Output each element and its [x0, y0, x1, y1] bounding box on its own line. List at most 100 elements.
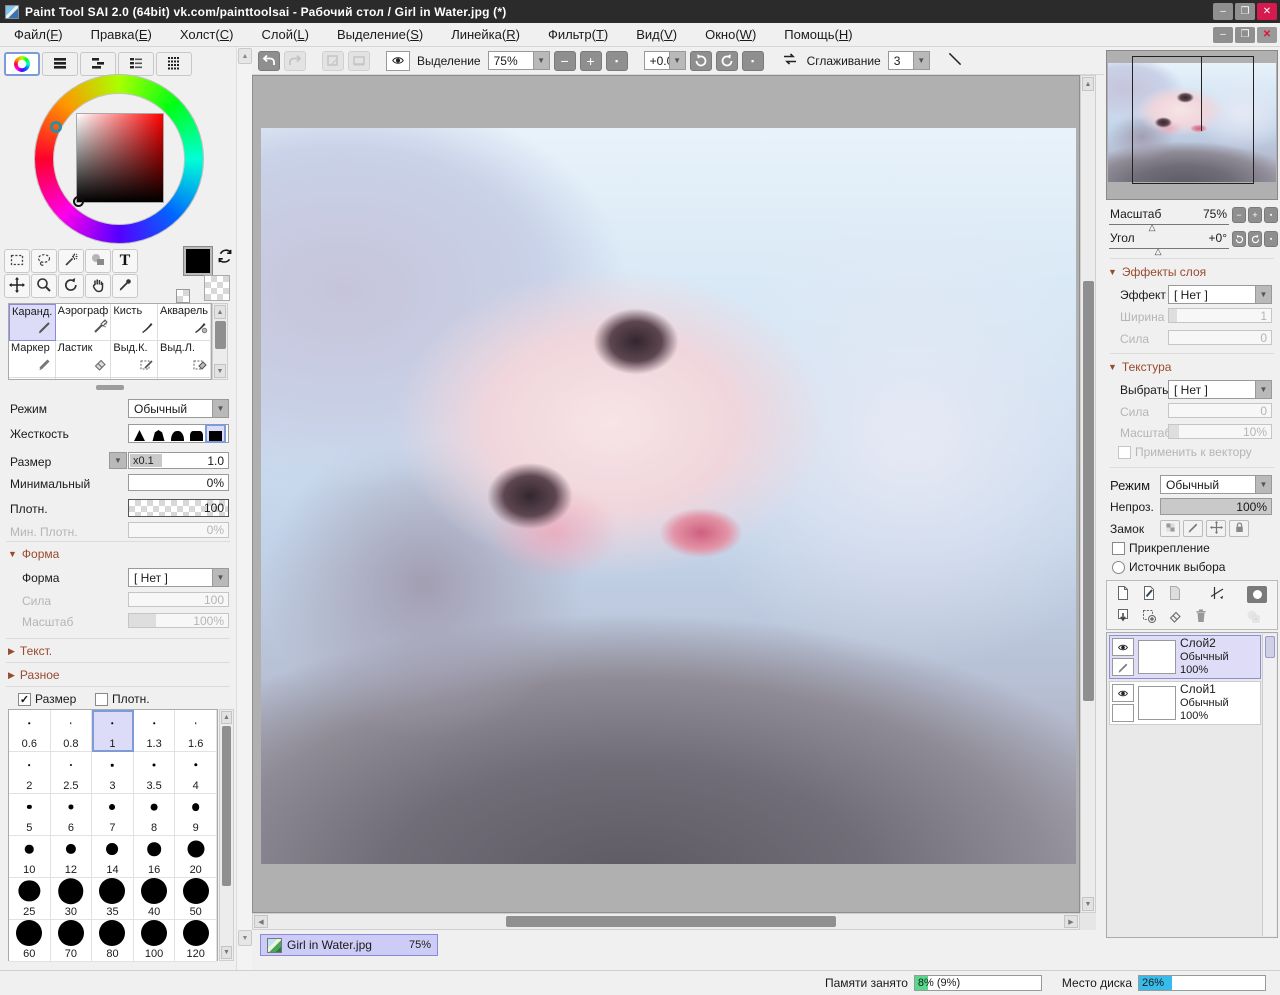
zoom-out-button[interactable]: − [554, 51, 576, 71]
chevron-down-icon[interactable]: ▼ [533, 52, 549, 69]
swap-colors-icon[interactable] [216, 247, 234, 265]
brush-size-70[interactable]: 70 [51, 920, 93, 962]
tool-text[interactable]: T [112, 249, 138, 273]
menu-t[interactable]: Фильтр(T) [534, 24, 622, 45]
lock-move-button[interactable] [1206, 520, 1226, 537]
section-texture[interactable]: ▼Текстура [1108, 360, 1171, 374]
layer-visibility-toggle[interactable] [1112, 684, 1134, 702]
selection-source-radio[interactable]: Источник выбора [1112, 560, 1225, 574]
brush-preset[interactable] [9, 378, 56, 380]
nav-zoom-out-button[interactable]: − [1232, 207, 1246, 223]
new-layer-button[interactable] [1113, 585, 1133, 603]
crop-selection-button[interactable] [322, 51, 344, 71]
layer-effect-select[interactable]: [ Нет ]▼ [1168, 285, 1272, 304]
tool-hand[interactable] [85, 274, 111, 298]
chevron-down-icon[interactable]: ▼ [212, 400, 228, 417]
brush-size-7[interactable]: 7 [92, 794, 134, 836]
size-grid-scrollbar[interactable]: ▲ ▼ [219, 709, 234, 961]
slider-marker-icon[interactable]: △ [1155, 246, 1162, 257]
tool-move[interactable] [4, 274, 30, 298]
menu-s[interactable]: Выделение(S) [323, 24, 437, 45]
nav-zoom-in-button[interactable]: + [1248, 207, 1262, 223]
panel-tab-color-wheel[interactable] [4, 52, 40, 76]
document-tab[interactable]: Girl in Water.jpg 75% [260, 934, 438, 956]
copy-selection-button[interactable] [1139, 608, 1159, 626]
panel-tab-swatch-mixer[interactable] [80, 52, 116, 76]
menu-w[interactable]: Окно(W) [691, 24, 770, 45]
mask-add-button[interactable] [1243, 608, 1263, 626]
brush-preset[interactable]: Аэрограф [56, 304, 112, 341]
layer-visibility-toggle[interactable] [1112, 638, 1134, 656]
doc-restore-button[interactable]: ❐ [1235, 27, 1255, 43]
brush-preset[interactable]: Акварель [158, 304, 211, 341]
delete-layer-button[interactable] [1191, 608, 1211, 626]
sv-cursor[interactable] [73, 196, 84, 207]
chevron-down-icon[interactable]: ▼ [1255, 286, 1271, 303]
scroll-down-icon[interactable]: ▼ [238, 930, 252, 946]
layer-row-Слой1[interactable]: Слой1Обычный100% [1109, 681, 1261, 725]
brush-size-3[interactable]: 3 [92, 752, 134, 794]
new-vector-layer-button[interactable] [1139, 585, 1159, 603]
brush-size-12[interactable]: 12 [51, 836, 93, 878]
scroll-up-icon[interactable]: ▲ [214, 305, 226, 319]
brush-size-40[interactable]: 40 [134, 878, 176, 920]
doc-close-button[interactable]: ✕ [1257, 27, 1277, 43]
hardness-option-2[interactable] [150, 426, 167, 441]
brush-preset[interactable] [111, 378, 158, 380]
scroll-up-icon[interactable]: ▲ [221, 711, 232, 724]
new-folder-button[interactable] [1165, 585, 1185, 603]
rotate-reset-button[interactable]: ▪ [742, 51, 764, 71]
selection-visibility-button[interactable] [386, 51, 410, 71]
brush-size-30[interactable]: 30 [51, 878, 93, 920]
brush-size-120[interactable]: 120 [175, 920, 217, 962]
brush-preset[interactable]: Маркер [9, 341, 56, 378]
stamp-selection-button[interactable] [348, 51, 370, 71]
brush-size-35[interactable]: 35 [92, 878, 134, 920]
brush-size-25[interactable]: 25 [9, 878, 51, 920]
brush-size-2[interactable]: 2 [9, 752, 51, 794]
section-shape[interactable]: ▼Форма [8, 547, 59, 561]
menu-c[interactable]: Холст(C) [166, 24, 248, 45]
tool-zoom[interactable] [31, 274, 57, 298]
brush-size-8[interactable]: 8 [134, 794, 176, 836]
density-slider[interactable]: 100 [128, 499, 229, 517]
panel-tab-swatch-list[interactable] [118, 52, 154, 76]
navigator[interactable] [1106, 50, 1278, 200]
preview-density-checkbox[interactable]: Плотн. [95, 692, 150, 706]
scroll-down-icon[interactable]: ▼ [221, 946, 232, 959]
rotate-cw-button[interactable] [716, 51, 738, 71]
size-slider[interactable]: x0.1 1.0 [128, 452, 229, 469]
chevron-down-icon[interactable]: ▼ [1255, 381, 1271, 398]
brush-size-1.3[interactable]: 1.3 [134, 710, 176, 752]
tool-magic-wand[interactable] [58, 249, 84, 273]
texture-select[interactable]: [ Нет ]▼ [1168, 380, 1272, 399]
brush-preset[interactable] [56, 378, 112, 380]
min-size-slider[interactable]: 0% [128, 474, 229, 491]
brush-size-2.5[interactable]: 2.5 [51, 752, 93, 794]
canvas-horizontal-scrollbar[interactable]: ◀ ▶ [252, 913, 1080, 930]
layer-thumbnail[interactable] [1138, 686, 1176, 720]
brush-size-5[interactable]: 5 [9, 794, 51, 836]
radio-icon[interactable] [1112, 561, 1125, 574]
brush-preset[interactable]: Кисть [111, 304, 158, 341]
chevron-down-icon[interactable]: ▼ [1255, 476, 1271, 493]
size-unit-dropdown[interactable]: ▼ [109, 452, 127, 469]
menu-l[interactable]: Слой(L) [247, 24, 323, 45]
hardness-option-4[interactable] [188, 426, 205, 441]
checkbox-icon[interactable] [1112, 542, 1125, 555]
menu-e[interactable]: Правка(E) [77, 24, 166, 45]
primary-color-swatch[interactable] [184, 247, 212, 275]
rotate-ccw-button[interactable] [690, 51, 712, 71]
shape-select[interactable]: [ Нет ]▼ [128, 568, 229, 587]
brush-preset[interactable] [158, 378, 211, 380]
scroll-up-icon[interactable]: ▲ [1082, 77, 1094, 91]
layer-mode-select[interactable]: Обычный▼ [1160, 475, 1272, 494]
nav-rotate-reset-button[interactable]: ▪ [1264, 231, 1278, 247]
hardness-option-3[interactable] [169, 426, 186, 441]
brush-size-6[interactable]: 6 [51, 794, 93, 836]
brush-size-60[interactable]: 60 [9, 920, 51, 962]
tool-eyedropper[interactable] [112, 274, 138, 298]
tool-rect-select[interactable] [4, 249, 30, 273]
navigator-viewport-rect[interactable] [1132, 56, 1254, 184]
layer-thumbnail[interactable] [1138, 640, 1176, 674]
